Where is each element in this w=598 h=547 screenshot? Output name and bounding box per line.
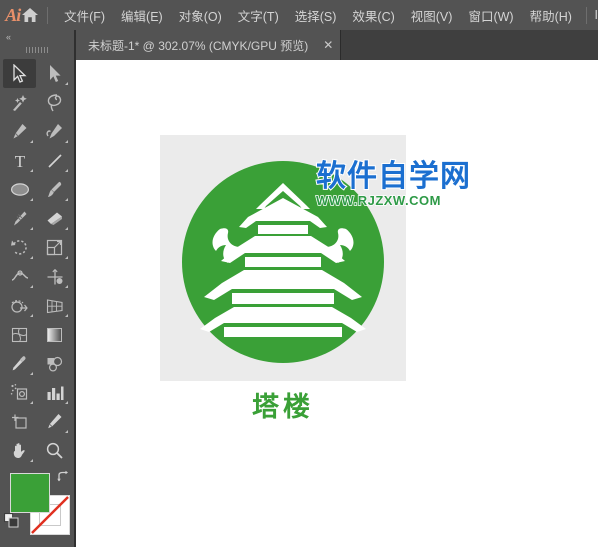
- tool-shape-builder[interactable]: [3, 291, 36, 320]
- direct-selection-arrow-icon: [49, 65, 61, 82]
- tool-perspective-grid[interactable]: [38, 291, 71, 320]
- menu-separator: [47, 6, 49, 24]
- tool-blend[interactable]: [38, 349, 71, 378]
- artwork-label[interactable]: 塔楼: [160, 385, 406, 424]
- tool-blob-brush[interactable]: [3, 204, 36, 233]
- paintbrush-icon: [48, 181, 62, 197]
- tools-panel: « T: [0, 30, 76, 547]
- tool-zoom[interactable]: [38, 436, 71, 465]
- width-tool-icon: [11, 270, 28, 281]
- document-tab[interactable]: 未标题-1* @ 302.07% (CMYK/GPU 预览) ✕: [76, 30, 342, 60]
- menu-item-object[interactable]: 对象(O): [171, 2, 230, 29]
- tool-scale[interactable]: [38, 233, 71, 262]
- tool-lasso[interactable]: [38, 88, 71, 117]
- tool-column-graph[interactable]: [38, 378, 71, 407]
- gradient-icon: [47, 327, 62, 342]
- swap-fill-stroke-icon[interactable]: [56, 470, 70, 484]
- selection-arrow-icon: [13, 64, 27, 83]
- tool-pen[interactable]: [3, 117, 36, 146]
- document-tab-title: 未标题-1* @ 302.07% (CMYK/GPU 预览): [88, 38, 309, 53]
- tool-curvature[interactable]: [38, 117, 71, 146]
- menu-item-edit[interactable]: 编辑(E): [113, 2, 171, 29]
- tool-direct-selection[interactable]: [38, 59, 71, 88]
- document-tab-bar: 未标题-1* @ 302.07% (CMYK/GPU 预览) ✕: [76, 30, 598, 60]
- app-logo: Ai: [5, 4, 21, 25]
- tool-hand[interactable]: [3, 436, 36, 465]
- eraser-icon: [47, 212, 62, 225]
- tool-paintbrush[interactable]: [38, 175, 71, 204]
- menu-overflow-label: I: [594, 8, 598, 22]
- menu-item-select[interactable]: 选择(S): [287, 2, 345, 29]
- tool-ellipse[interactable]: [3, 175, 36, 204]
- svg-text:T: T: [14, 152, 25, 170]
- menu-bar: Ai 文件(F) 编辑(E) 对象(O) 文字(T) 选择(S) 效果(C) 视…: [0, 0, 598, 30]
- menu-item-window[interactable]: 窗口(W): [460, 2, 521, 29]
- tool-eyedropper[interactable]: [3, 349, 36, 378]
- free-transform-icon: [47, 268, 62, 284]
- lasso-icon: [47, 94, 61, 112]
- pagoda-logo-artwork: [182, 161, 384, 363]
- type-tool-icon: T: [14, 152, 25, 170]
- magic-wand-icon: [13, 95, 27, 111]
- panel-drag-grip[interactable]: [0, 44, 74, 56]
- menu-item-help[interactable]: 帮助(H): [522, 2, 580, 29]
- home-icon-glyph: [22, 8, 39, 22]
- curvature-pen-icon: [45, 124, 62, 139]
- illustrator-window: Ai 文件(F) 编辑(E) 对象(O) 文字(T) 选择(S) 效果(C) 视…: [0, 0, 598, 547]
- collapse-panel-icon[interactable]: «: [0, 30, 74, 44]
- pagoda-logo[interactable]: [160, 135, 406, 381]
- tool-rotate[interactable]: [3, 233, 36, 262]
- tool-selection[interactable]: [3, 59, 36, 88]
- blend-icon: [47, 356, 62, 372]
- home-icon[interactable]: [21, 0, 39, 30]
- fill-stroke-controls: [0, 469, 74, 547]
- tool-line-segment[interactable]: [38, 146, 71, 175]
- menu-item-file[interactable]: 文件(F): [56, 2, 113, 29]
- tool-grid: T: [0, 56, 74, 465]
- menu-item-view[interactable]: 视图(V): [403, 2, 461, 29]
- column-graph-icon: [47, 386, 63, 400]
- line-segment-icon: [47, 153, 62, 168]
- tool-gradient[interactable]: [38, 320, 71, 349]
- tool-eraser[interactable]: [38, 204, 71, 233]
- shape-builder-icon: [10, 299, 28, 313]
- tool-artboard[interactable]: [3, 407, 36, 436]
- menu-item-effect[interactable]: 效果(C): [344, 2, 402, 29]
- tool-slice[interactable]: [38, 407, 71, 436]
- ellipse-icon: [10, 183, 29, 196]
- hand-icon: [13, 443, 25, 458]
- blob-brush-icon: [14, 211, 27, 226]
- default-fill-stroke-icon[interactable]: [4, 513, 19, 528]
- document-canvas[interactable]: 软件自学网 WWW.RJZXW.COM 塔楼: [78, 60, 598, 547]
- mesh-icon: [11, 327, 28, 342]
- menu-item-type[interactable]: 文字(T): [230, 2, 287, 29]
- tool-mesh[interactable]: [3, 320, 36, 349]
- menu-item-list: 文件(F) 编辑(E) 对象(O) 文字(T) 选择(S) 效果(C) 视图(V…: [56, 2, 580, 29]
- tool-type[interactable]: T: [3, 146, 36, 175]
- artboard-icon: [12, 414, 27, 429]
- tool-free-transform[interactable]: [38, 262, 71, 291]
- symbol-sprayer-icon: [10, 384, 27, 400]
- close-icon[interactable]: ✕: [320, 37, 336, 53]
- scale-icon: [46, 239, 63, 256]
- fill-swatch[interactable]: [10, 473, 50, 513]
- slice-icon: [48, 414, 62, 429]
- tool-width[interactable]: [3, 262, 36, 291]
- tool-symbol-sprayer[interactable]: [3, 378, 36, 407]
- tool-magic-wand[interactable]: [3, 88, 36, 117]
- perspective-grid-icon: [46, 298, 63, 313]
- rotate-icon: [11, 240, 27, 255]
- eyedropper-icon: [12, 356, 26, 371]
- pen-icon: [13, 124, 27, 139]
- zoom-magnifier-icon: [46, 442, 63, 459]
